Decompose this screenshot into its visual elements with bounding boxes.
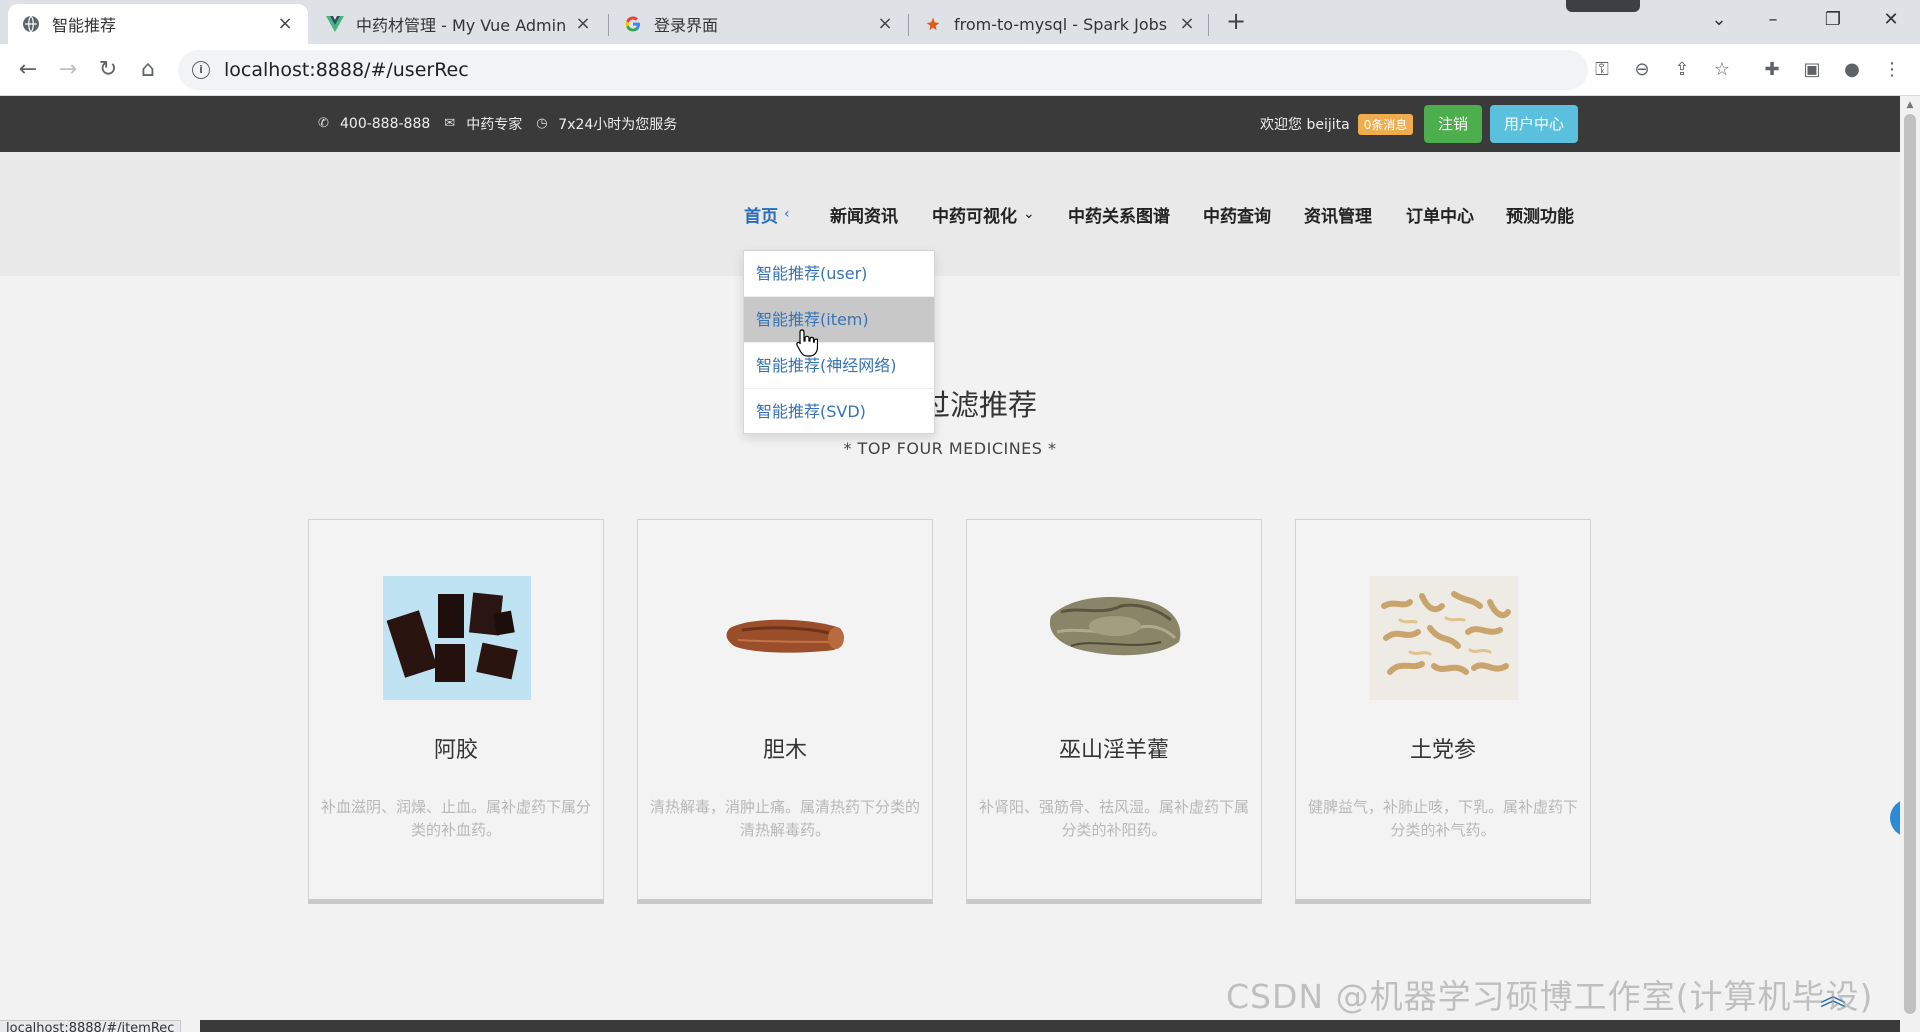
chevron-left-icon: ‹ (784, 206, 790, 222)
scroll-up-arrow-icon[interactable]: ▲ (1905, 100, 1915, 110)
tab-title: 中药材管理 - My Vue Admin (356, 16, 567, 35)
tab-title: from-to-mysql - Spark Jobs (954, 14, 1168, 34)
contact-expert: ✉ 中药专家 (444, 116, 523, 134)
close-tab-icon[interactable]: × (1178, 15, 1196, 33)
url-text: localhost:8888/#/userRec (224, 59, 469, 81)
dropdown-item-item-rec[interactable]: 智能推荐(item) (744, 297, 934, 343)
back-arrow-icon[interactable]: ← (12, 54, 44, 86)
google-logo-icon (624, 15, 642, 33)
medicine-image-danmu (726, 619, 844, 653)
medicine-name: 土党参 (1409, 738, 1476, 763)
browser-tab-strip: 智能推荐 × 中药材管理 - My Vue Admin × 登录界面 × fro… (0, 0, 1920, 44)
page-scrollbar[interactable]: ▲ (1900, 96, 1920, 1032)
messages-badge[interactable]: 0条消息 (1357, 113, 1414, 135)
tab-divider (1208, 14, 1209, 36)
medicine-description: 清热解毒，消肿止痛。属清热药下分类的清热解毒药。 (650, 798, 921, 839)
side-panel-toggle[interactable]: ‹ (1890, 799, 1900, 837)
nav-news-management[interactable]: 资讯管理 (1304, 152, 1372, 276)
site-footer (200, 1020, 1900, 1032)
zoom-icon[interactable]: ⊖ (1630, 58, 1654, 82)
close-window-button[interactable]: ✕ (1870, 4, 1912, 36)
spark-logo-icon (924, 15, 942, 33)
browser-menu-icon[interactable]: ⋮ (1880, 58, 1904, 82)
link-status-bar: localhost:8888/#/itemRec (0, 1020, 182, 1032)
medicine-image-ejiao (383, 576, 531, 700)
tab-vue-admin[interactable]: 中药材管理 - My Vue Admin × (312, 4, 606, 44)
vue-logo-icon (326, 15, 344, 33)
dropdown-item-user-rec[interactable]: 智能推荐(user) (744, 251, 934, 297)
minimize-button[interactable]: – (1752, 4, 1794, 36)
medicine-card[interactable]: 阿胶 补血滋阴、润燥、止血。属补虚药下属分类的补血药。 (308, 519, 604, 904)
cast-indicator (1566, 0, 1640, 12)
medicine-description: 健脾益气，补肺止咳，下乳。属补虚药下分类的补气药。 (1308, 798, 1579, 839)
scrollbar-thumb[interactable] (1904, 114, 1916, 1014)
restore-button[interactable]: ❐ (1812, 4, 1854, 36)
browser-toolbar: ← → ↻ ⌂ i localhost:8888/#/userRec ⚿ ⊖ ⇪… (0, 44, 1920, 96)
nav-prediction[interactable]: 预测功能 (1506, 152, 1574, 276)
home-dropdown-menu: 智能推荐(user) 智能推荐(item) 智能推荐(神经网络) 智能推荐(SV… (743, 250, 935, 434)
medicine-name: 巫山淫羊藿 (1058, 738, 1169, 763)
tab-title: 登录界面 (654, 16, 719, 35)
main-navigation: 首页 ‹ 新闻资讯 中药可视化 ⌄ 中药关系图谱 中药查询 资讯管理 订单中心 … (0, 152, 1900, 276)
medicine-description: 补血滋阴、润燥、止血。属补虚药下属分类的补血药。 (321, 798, 592, 839)
close-tab-icon[interactable]: × (276, 15, 294, 33)
tab-divider (608, 14, 609, 36)
medicine-image-tudangshen (1370, 576, 1518, 700)
home-icon[interactable]: ⌂ (132, 54, 164, 86)
side-panel-icon[interactable]: ▣ (1800, 58, 1824, 82)
profile-avatar-icon[interactable]: ● (1840, 58, 1864, 82)
contact-phone: ✆ 400-888-888 (318, 116, 431, 132)
section-subtitle: * TOP FOUR MEDICINES * (843, 439, 1057, 458)
site-info-icon[interactable]: i (192, 61, 210, 79)
medicine-card[interactable]: 胆木 清热解毒，消肿止痛。属清热药下分类的清热解毒药。 (637, 519, 933, 904)
nav-relation-graph[interactable]: 中药关系图谱 (1068, 152, 1170, 276)
close-tab-icon[interactable]: × (574, 15, 592, 33)
contact-service: ◷ 7x24小时为您服务 (536, 116, 678, 134)
user-center-button[interactable]: 用户中心 (1490, 105, 1579, 143)
tab-search-chevron-icon[interactable]: ⌄ (1698, 4, 1740, 36)
bookmark-star-icon[interactable]: ☆ (1710, 58, 1734, 82)
nav-order-center[interactable]: 订单中心 (1406, 152, 1474, 276)
tab-title: 智能推荐 (52, 16, 117, 35)
globe-icon (22, 15, 40, 33)
page-viewport: ✆ 400-888-888 ✉ 中药专家 ◷ 7x24小时为您服务 欢迎您 beiji… (0, 96, 1900, 1032)
share-icon[interactable]: ⇪ (1670, 58, 1694, 82)
tab-spark-jobs[interactable]: from-to-mysql - Spark Jobs × (910, 4, 1210, 44)
medicine-description: 补肾阳、强筋骨、祛风湿。属补虚药下属分类的补阳药。 (979, 798, 1250, 839)
tab-divider (908, 14, 909, 36)
address-bar[interactable]: i localhost:8888/#/userRec (178, 50, 1588, 90)
medicine-card[interactable]: 巫山淫羊藿 补肾阳、强筋骨、祛风湿。属补虚药下属分类的补阳药。 (966, 519, 1262, 904)
site-top-bar: ✆ 400-888-888 ✉ 中药专家 ◷ 7x24小时为您服务 欢迎您 beiji… (0, 96, 1900, 152)
nav-visualization[interactable]: 中药可视化 ⌄ (932, 152, 1035, 276)
medicine-name: 阿胶 (433, 738, 478, 763)
medicine-image-yinyanghuo (1049, 597, 1181, 656)
dropdown-item-svd-rec[interactable]: 智能推荐(SVD) (744, 389, 934, 435)
tab-login[interactable]: 登录界面 × (610, 4, 908, 44)
logout-button[interactable]: 注销 (1424, 105, 1483, 143)
reload-icon[interactable]: ↻ (92, 54, 124, 86)
chevron-down-icon: ⌄ (1023, 206, 1035, 222)
medicine-name: 胆木 (762, 738, 807, 763)
key-icon[interactable]: ⚿ (1590, 58, 1614, 82)
forward-arrow-icon[interactable]: → (52, 54, 84, 86)
phone-icon: ✆ (318, 116, 329, 131)
new-tab-button[interactable]: + (1222, 8, 1250, 36)
envelope-icon: ✉ (444, 116, 456, 131)
section-title: 协同过滤推荐 (862, 388, 1037, 422)
dropdown-item-neural-rec[interactable]: 智能推荐(神经网络) (744, 343, 934, 389)
close-tab-icon[interactable]: × (876, 15, 894, 33)
extensions-puzzle-icon[interactable]: ✚ (1760, 58, 1784, 82)
nav-medicine-query[interactable]: 中药查询 (1203, 152, 1271, 276)
hand-cursor-icon (796, 329, 818, 357)
tab-smart-recommend[interactable]: 智能推荐 × (8, 4, 308, 44)
welcome-text: 欢迎您 beijita (1260, 117, 1350, 133)
csdn-watermark: CSDN @机器学习硕博工作室(计算机毕设) (1226, 977, 1874, 1016)
clock-icon: ◷ (536, 116, 548, 131)
medicine-card[interactable]: 土党参 健脾益气，补肺止咳，下乳。属补虚药下分类的补气药。 (1295, 519, 1591, 904)
